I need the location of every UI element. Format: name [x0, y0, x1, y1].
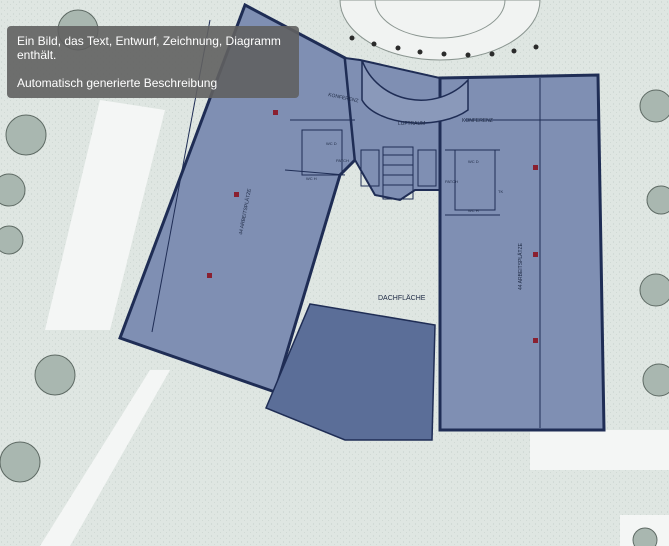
tree-icon — [639, 89, 669, 123]
label-patch-right: PATCH — [445, 179, 458, 184]
tree-icon — [0, 225, 24, 255]
label-dachflaeche: DACHFLÄCHE — [378, 294, 426, 302]
label-konferenz-right: KONFERENZ — [462, 118, 493, 124]
image-alt-tooltip: Ein Bild, das Text, Entwurf, Zeichnung, … — [7, 26, 299, 98]
tree-icon — [639, 273, 669, 307]
tooltip-caption: Ein Bild, das Text, Entwurf, Zeichnung, … — [17, 34, 281, 62]
label-wc-d-left: WC D — [326, 141, 337, 146]
tooltip-subtitle: Automatisch generierte Beschreibung — [17, 76, 218, 90]
label-tk: TK — [498, 189, 503, 194]
courtyard-strip — [530, 430, 669, 470]
label-wc-h-left: WC H — [306, 176, 317, 181]
tree-icon — [0, 441, 41, 483]
label-luftraum: LUFTRAUM — [398, 121, 425, 127]
label-arbeitsplaetze-right: 44 ARBEITSPLÄTZE — [517, 242, 524, 290]
tree-icon — [5, 114, 47, 156]
label-wc-h-right: WC H — [468, 208, 479, 213]
tree-icon — [642, 363, 669, 397]
label-wc-d-right: WC D — [468, 159, 479, 164]
label-patch-left: PATCH — [336, 158, 349, 163]
tree-icon — [34, 354, 76, 396]
